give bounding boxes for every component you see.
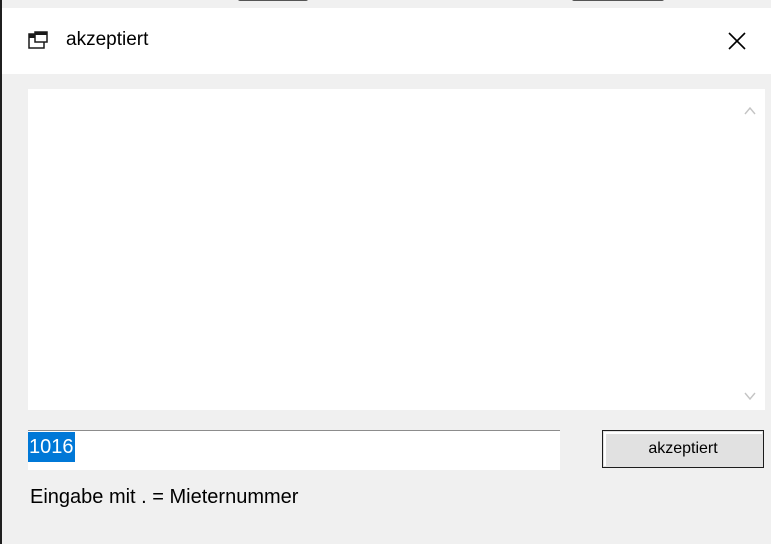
window-left-edge (0, 0, 2, 544)
vertical-scrollbar[interactable] (735, 89, 765, 410)
chevron-up-icon[interactable] (743, 104, 757, 118)
result-list[interactable] (28, 89, 765, 410)
application-window-icon (28, 31, 48, 51)
chevron-down-icon[interactable] (743, 389, 757, 403)
window-title: akzeptiert (66, 29, 149, 50)
dialog-window: akzeptiert 1016 akzeptiert Eingabe mit .… (0, 0, 771, 544)
accept-button[interactable]: akzeptiert (602, 430, 764, 468)
close-icon (728, 32, 746, 50)
background-window-edge (0, 0, 771, 8)
input-hint-label: Eingabe mit . = Mieternummer (30, 486, 299, 508)
title-bar[interactable]: akzeptiert (2, 8, 771, 74)
input-selected-text: 1016 (28, 432, 75, 462)
tenant-number-input[interactable]: 1016 (28, 430, 560, 470)
close-button[interactable] (703, 8, 771, 74)
